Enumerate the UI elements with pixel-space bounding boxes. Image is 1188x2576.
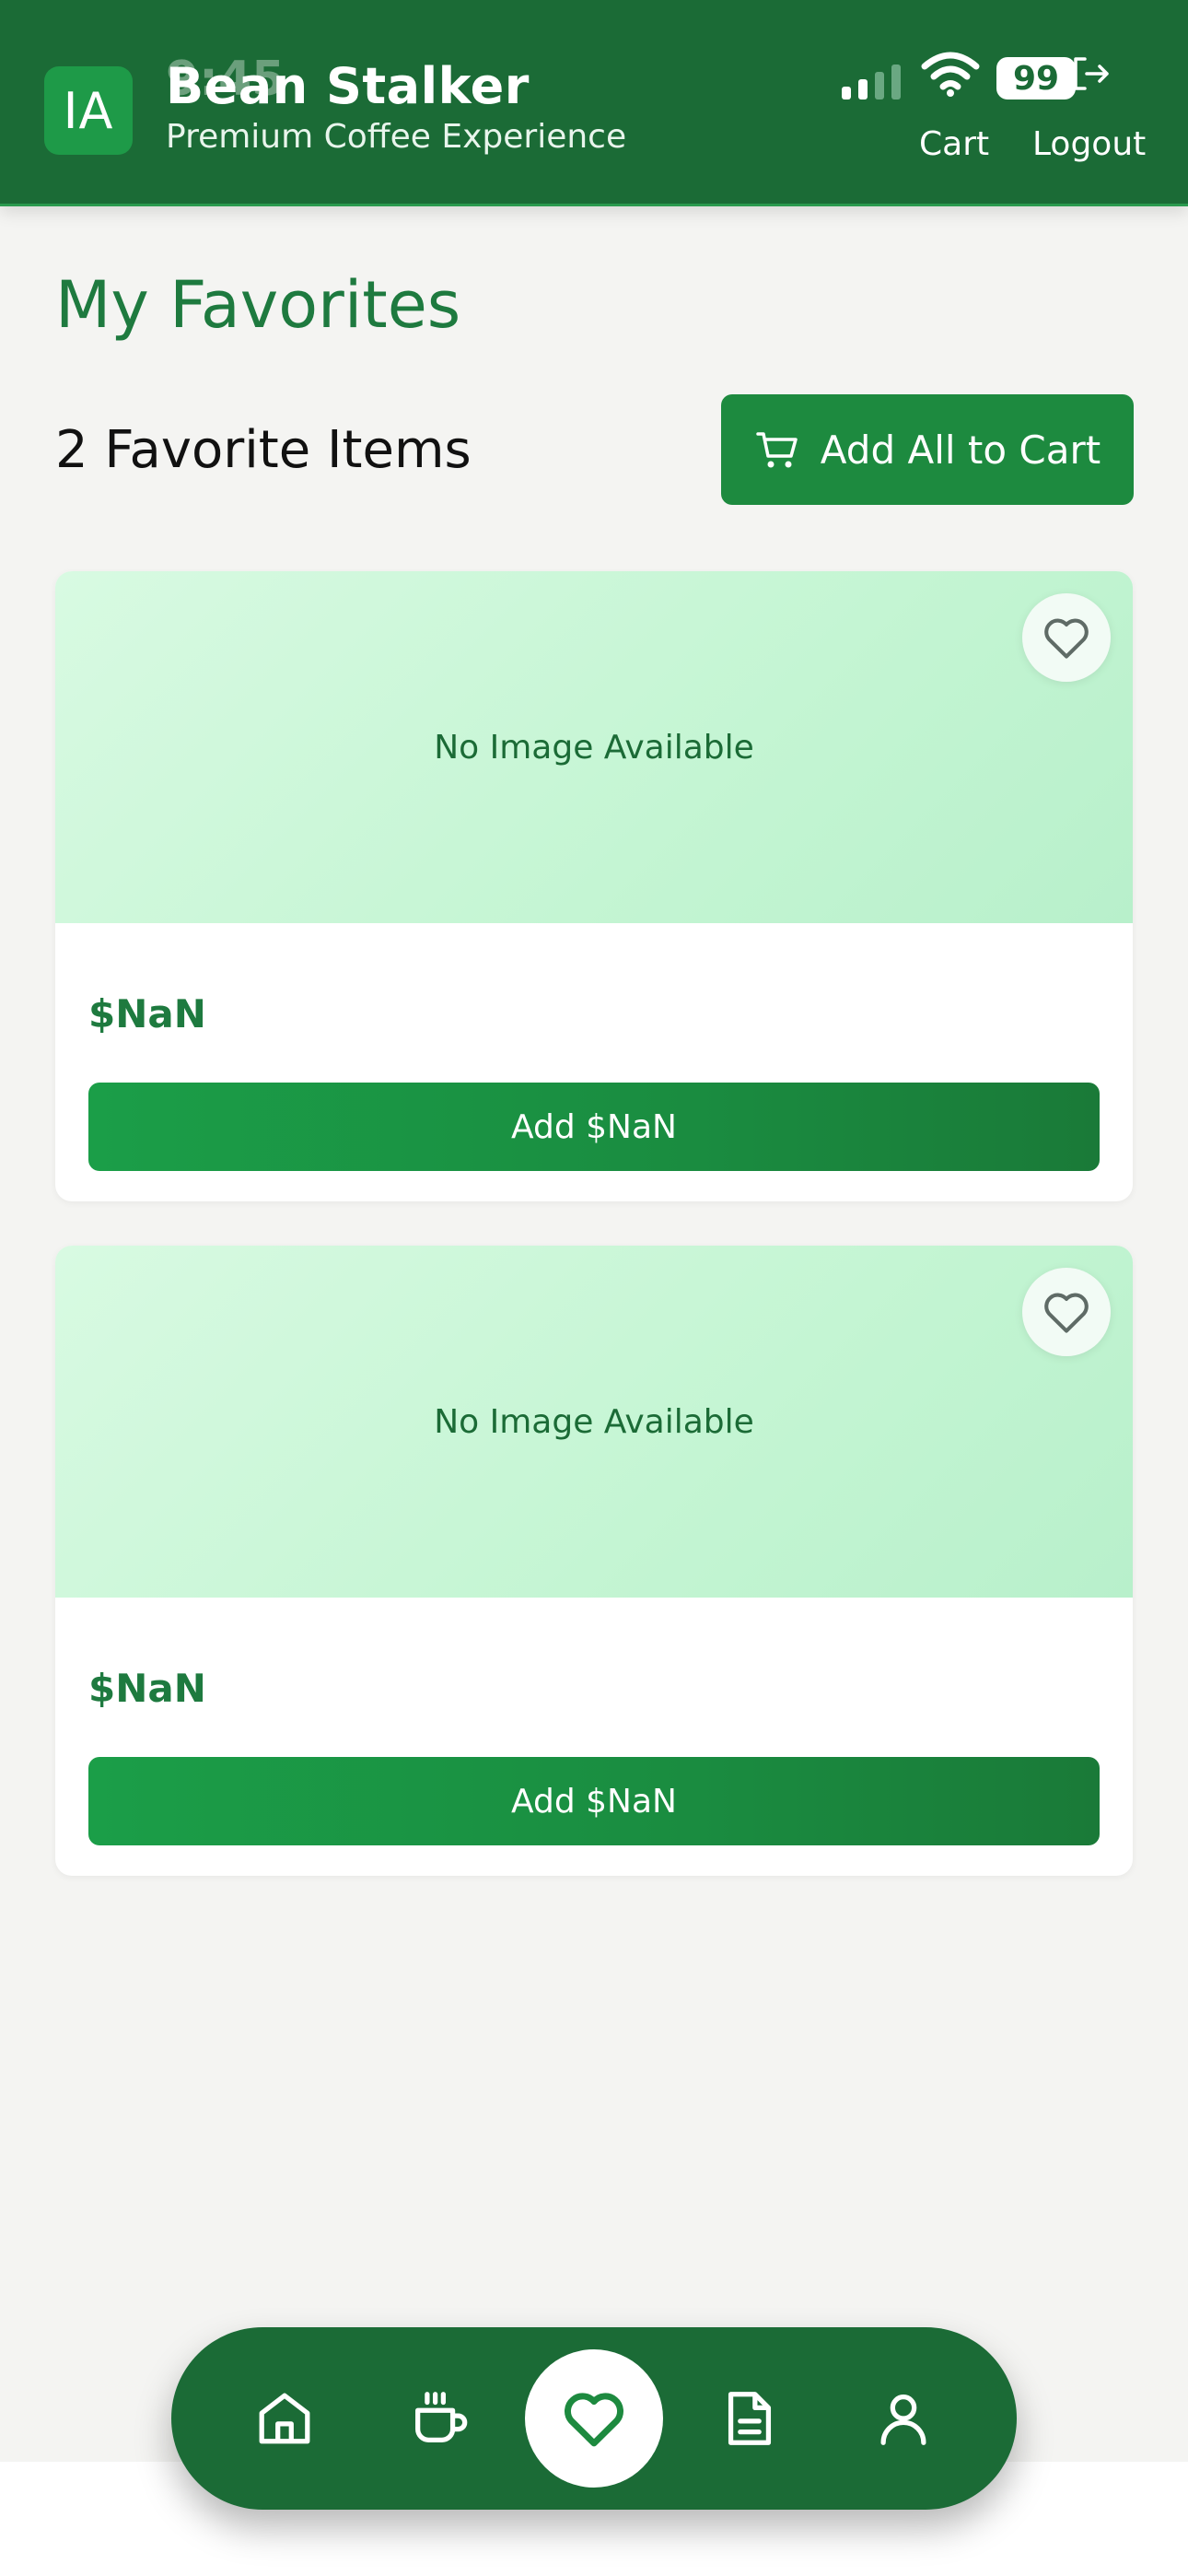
coffee-cup-icon: [415, 2392, 468, 2442]
status-time: 9:45: [166, 52, 285, 107]
add-all-to-cart-button[interactable]: Add All to Cart: [721, 394, 1134, 505]
favorite-toggle-button[interactable]: [1022, 593, 1111, 682]
favorites-page: IA Bean Stalker 9:45 Premium Coffee Expe…: [0, 0, 1188, 2576]
cart-icon: [756, 432, 798, 468]
favorite-toggle-button[interactable]: [1022, 1268, 1111, 1356]
no-image-text: No Image Available: [434, 728, 754, 767]
app-subtitle: Premium Coffee Experience: [166, 118, 627, 156]
product-price: $NaN: [88, 991, 206, 1036]
app-logo[interactable]: IA: [44, 66, 133, 155]
add-all-to-cart-label: Add All to Cart: [820, 427, 1101, 473]
product-image-placeholder: No Image Available: [55, 1246, 1133, 1598]
add-to-cart-button[interactable]: Add $NaN: [88, 1757, 1100, 1845]
bottom-navigation: [171, 2327, 1017, 2510]
signal-icon: [842, 64, 901, 100]
product-image-placeholder: No Image Available: [55, 571, 1133, 923]
app-header: IA Bean Stalker 9:45 Premium Coffee Expe…: [0, 0, 1188, 206]
no-image-text: No Image Available: [434, 1402, 754, 1441]
nav-favorites-button[interactable]: [525, 2349, 663, 2488]
wifi-icon: [921, 52, 980, 97]
nav-logout-link[interactable]: Logout: [1032, 125, 1146, 163]
nav-menu-button[interactable]: [389, 2368, 490, 2469]
home-icon: [259, 2393, 310, 2444]
nav-home-button[interactable]: [234, 2368, 335, 2469]
page-title: My Favorites: [55, 267, 461, 343]
battery-indicator: 99: [996, 57, 1076, 100]
logout-icon[interactable]: [1068, 52, 1112, 96]
heart-icon: [565, 2393, 623, 2447]
heart-icon: [1044, 1293, 1089, 1333]
heart-icon: [1044, 618, 1089, 659]
nav-profile-button[interactable]: [853, 2368, 954, 2469]
favorite-count: 2 Favorite Items: [55, 420, 472, 480]
nav-orders-button[interactable]: [699, 2368, 800, 2469]
nav-cart-link[interactable]: Cart: [919, 125, 989, 163]
product-price: $NaN: [88, 1666, 206, 1711]
user-icon: [880, 2395, 926, 2445]
document-icon: [728, 2392, 772, 2445]
add-to-cart-button[interactable]: Add $NaN: [88, 1083, 1100, 1171]
favorite-card: No Image Available $NaN Add $NaN: [55, 571, 1133, 1201]
favorite-card: No Image Available $NaN Add $NaN: [55, 1246, 1133, 1876]
